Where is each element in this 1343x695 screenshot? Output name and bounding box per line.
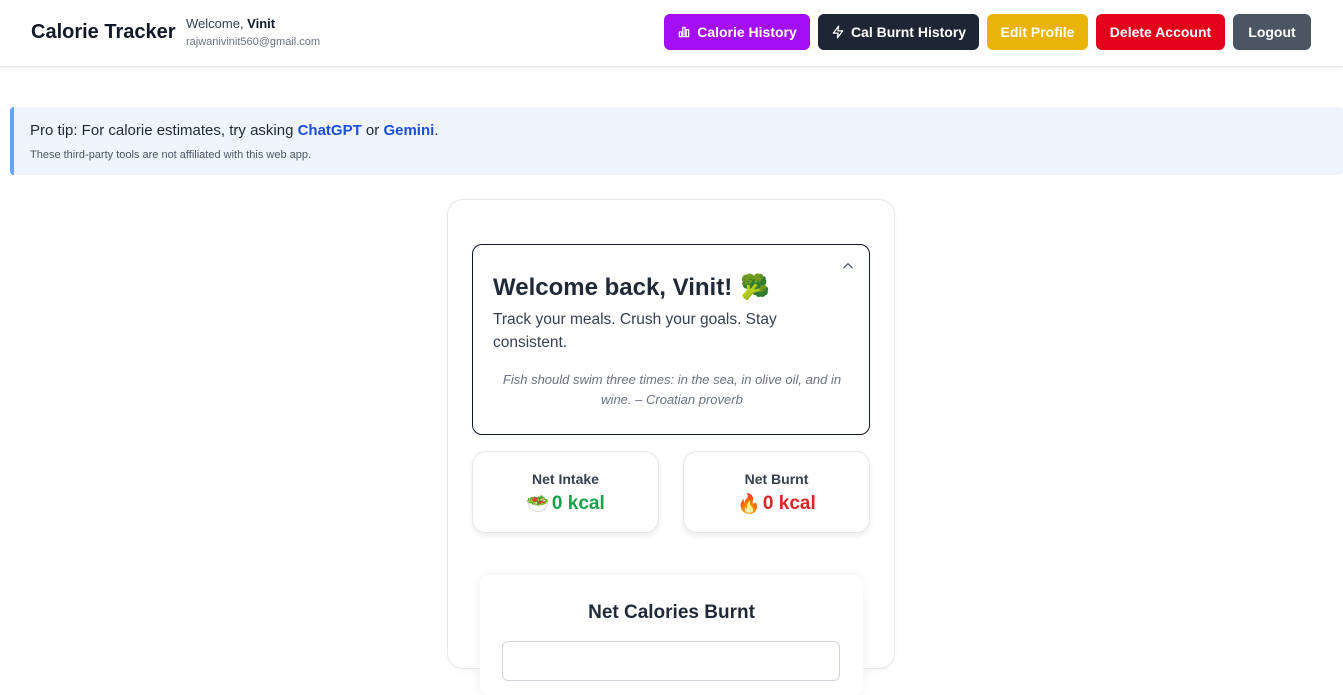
fire-icon: 🔥	[737, 494, 761, 515]
welcome-panel: Welcome back, Vinit! 🥦 Track your meals.…	[472, 244, 870, 435]
food-quote: Fish should swim three times: in the sea…	[502, 372, 842, 407]
cal-burnt-history-label: Cal Burnt History	[850, 24, 967, 40]
edit-profile-button[interactable]: Edit Profile	[987, 14, 1088, 50]
chevron-up-icon[interactable]	[841, 259, 855, 273]
net-calories-burnt-box	[502, 641, 840, 681]
welcome-subtitle: Track your meals. Crush your goals. Stay…	[493, 311, 777, 351]
user-email: rajwanivinit560@gmail.com	[186, 36, 321, 48]
net-burnt-value-row: 🔥 0 kcal	[684, 492, 869, 516]
chatgpt-link[interactable]: ChatGPT	[298, 122, 362, 139]
welcome-title: Welcome back, Vinit! 🥦	[493, 273, 770, 302]
pro-tip-banner: Pro tip: For calorie estimates, try aski…	[10, 107, 1343, 175]
tip-suffix: .	[434, 122, 439, 139]
net-calories-burnt-panel: Net Calories Burnt	[480, 575, 863, 695]
pro-tip-disclaimer: These third-party tools are not affiliat…	[30, 149, 312, 161]
net-burnt-card: Net Burnt 🔥 0 kcal	[683, 451, 870, 533]
net-intake-value-row: 🥗 0 kcal	[473, 492, 658, 516]
delete-account-button[interactable]: Delete Account	[1096, 14, 1225, 50]
tip-middle: or	[361, 122, 384, 139]
pro-tip-text: Pro tip: For calorie estimates, try aski…	[30, 122, 438, 139]
net-intake-value: 0 kcal	[551, 493, 605, 514]
net-intake-label: Net Intake	[532, 471, 599, 487]
broccoli-icon: 🥦	[740, 274, 771, 301]
app-brand: Calorie Tracker	[31, 21, 176, 43]
welcome-prefix: Welcome,	[186, 16, 248, 31]
net-intake-card: Net Intake 🥗 0 kcal	[472, 451, 659, 533]
salad-icon: 🥗	[526, 494, 550, 515]
dashboard-card: Welcome back, Vinit! 🥦 Track your meals.…	[447, 199, 895, 695]
calorie-history-button[interactable]: Calorie History	[664, 14, 810, 50]
cal-burnt-history-button[interactable]: Cal Burnt History	[818, 14, 979, 50]
net-burnt-label: Net Burnt	[744, 471, 809, 487]
welcome-title-text: Welcome back, Vinit!	[493, 273, 733, 301]
net-calories-burnt-title: Net Calories Burnt	[588, 602, 755, 623]
welcome-text: Welcome, Vinit	[186, 16, 275, 31]
net-burnt-value: 0 kcal	[762, 493, 816, 514]
logout-button[interactable]: Logout	[1233, 14, 1311, 50]
gemini-link[interactable]: Gemini	[383, 122, 434, 139]
user-name: Vinit	[247, 16, 276, 31]
bar-chart-icon	[678, 26, 690, 38]
tip-prefix: Pro tip: For calorie estimates, try aski…	[30, 122, 298, 139]
calorie-history-label: Calorie History	[697, 24, 797, 40]
top-navbar: Calorie Tracker Welcome, Vinit rajwanivi…	[0, 0, 1343, 67]
lightning-icon	[832, 25, 844, 39]
